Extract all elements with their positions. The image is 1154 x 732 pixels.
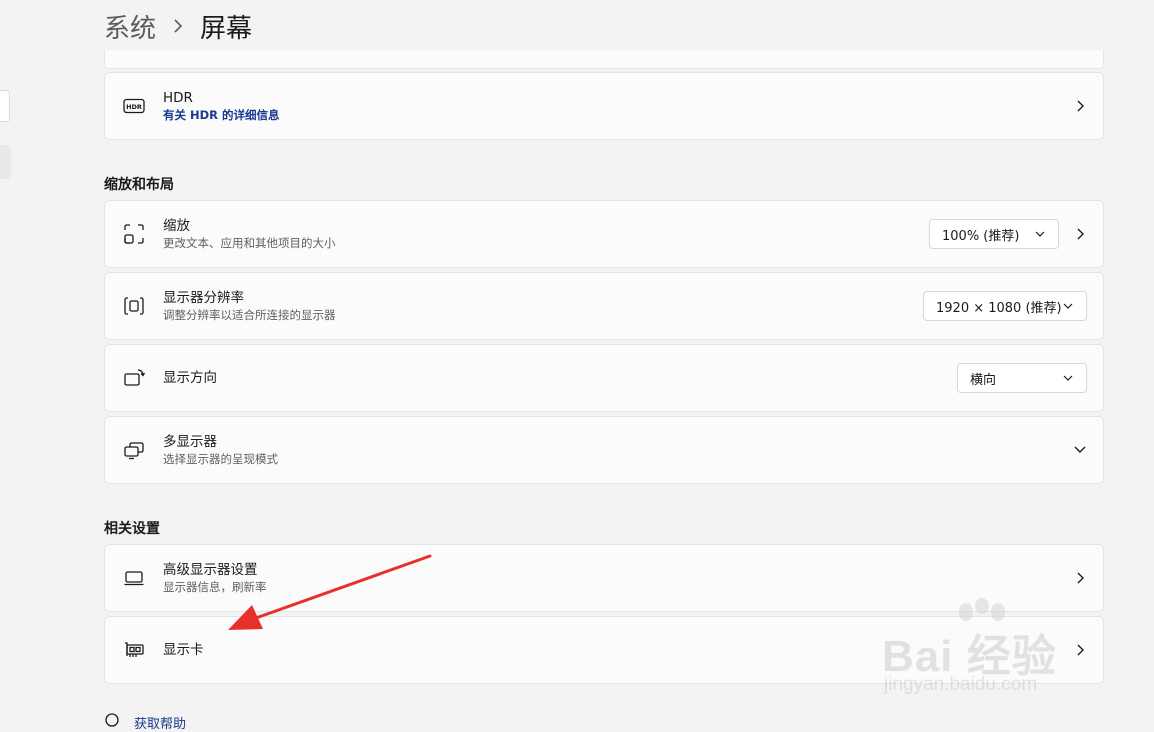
chevron-down-icon	[1062, 371, 1074, 386]
orientation-row[interactable]: 显示方向 横向	[104, 344, 1104, 412]
hdr-title: HDR	[163, 90, 193, 106]
section-title-related: 相关设置	[104, 521, 160, 537]
breadcrumb-parent[interactable]: 系统	[104, 8, 156, 45]
orientation-icon	[123, 367, 145, 389]
graphics-card-icon	[123, 639, 145, 661]
scale-icon	[123, 223, 145, 245]
orientation-dropdown[interactable]: 横向	[957, 363, 1087, 393]
resolution-subtitle: 调整分辨率以适合所连接的显示器	[163, 308, 336, 322]
multi-display-title: 多显示器	[163, 434, 217, 450]
nav-item-selected-partial[interactable]	[0, 145, 11, 179]
scale-title: 缩放	[163, 218, 190, 234]
chevron-right-icon[interactable]	[1073, 227, 1087, 241]
breadcrumb: 系统 屏幕	[104, 6, 252, 46]
resolution-row[interactable]: 显示器分辨率 调整分辨率以适合所连接的显示器 1920 × 1080 (推荐)	[104, 272, 1104, 340]
orientation-dropdown-value: 横向	[970, 372, 997, 388]
orientation-title: 显示方向	[163, 370, 217, 386]
resolution-title: 显示器分辨率	[163, 290, 244, 306]
watermark-url: jingyan.baidu.com	[884, 674, 1038, 695]
graphics-title: 显示卡	[163, 642, 204, 658]
chevron-right-icon	[172, 18, 184, 34]
multi-display-subtitle: 选择显示器的呈现模式	[163, 452, 278, 466]
multi-display-row[interactable]: 多显示器 选择显示器的呈现模式	[104, 416, 1104, 484]
scale-dropdown[interactable]: 100% (推荐)	[929, 219, 1059, 249]
chevron-right-icon	[1073, 99, 1087, 113]
section-title-scale-layout: 缩放和布局	[104, 177, 174, 193]
get-help-link[interactable]: 获取帮助	[104, 712, 186, 732]
resolution-icon	[123, 295, 145, 317]
monitor-icon	[123, 567, 145, 589]
page-title: 屏幕	[200, 13, 253, 44]
chevron-down-icon[interactable]	[1073, 443, 1087, 457]
help-icon	[104, 712, 120, 732]
scale-row[interactable]: 缩放 更改文本、应用和其他项目的大小 100% (推荐)	[104, 200, 1104, 268]
scale-dropdown-value: 100% (推荐)	[942, 228, 1020, 244]
chevron-down-icon	[1034, 227, 1046, 242]
hdr-details-link[interactable]: 有关 HDR 的详细信息	[163, 107, 280, 123]
advanced-display-title: 高级显示器设置	[163, 562, 258, 578]
chevron-right-icon	[1073, 571, 1087, 585]
nav-item-partial[interactable]	[0, 90, 10, 122]
chevron-down-icon	[1062, 299, 1074, 314]
advanced-display-subtitle: 显示器信息，刷新率	[163, 580, 267, 594]
get-help-label: 获取帮助	[134, 716, 187, 732]
hdr-row[interactable]: HDR HDR 有关 HDR 的详细信息	[104, 72, 1104, 140]
resolution-dropdown[interactable]: 1920 × 1080 (推荐)	[923, 291, 1087, 321]
baidu-jingyan-watermark: Bai 经验 jingyan.baidu.com	[882, 598, 1104, 702]
svg-text:HDR: HDR	[126, 103, 142, 111]
multi-display-icon	[123, 439, 145, 461]
partial-card[interactable]	[104, 50, 1104, 69]
scale-subtitle: 更改文本、应用和其他项目的大小	[163, 236, 336, 250]
hdr-icon: HDR	[123, 95, 145, 117]
resolution-dropdown-value: 1920 × 1080 (推荐)	[936, 300, 1062, 316]
